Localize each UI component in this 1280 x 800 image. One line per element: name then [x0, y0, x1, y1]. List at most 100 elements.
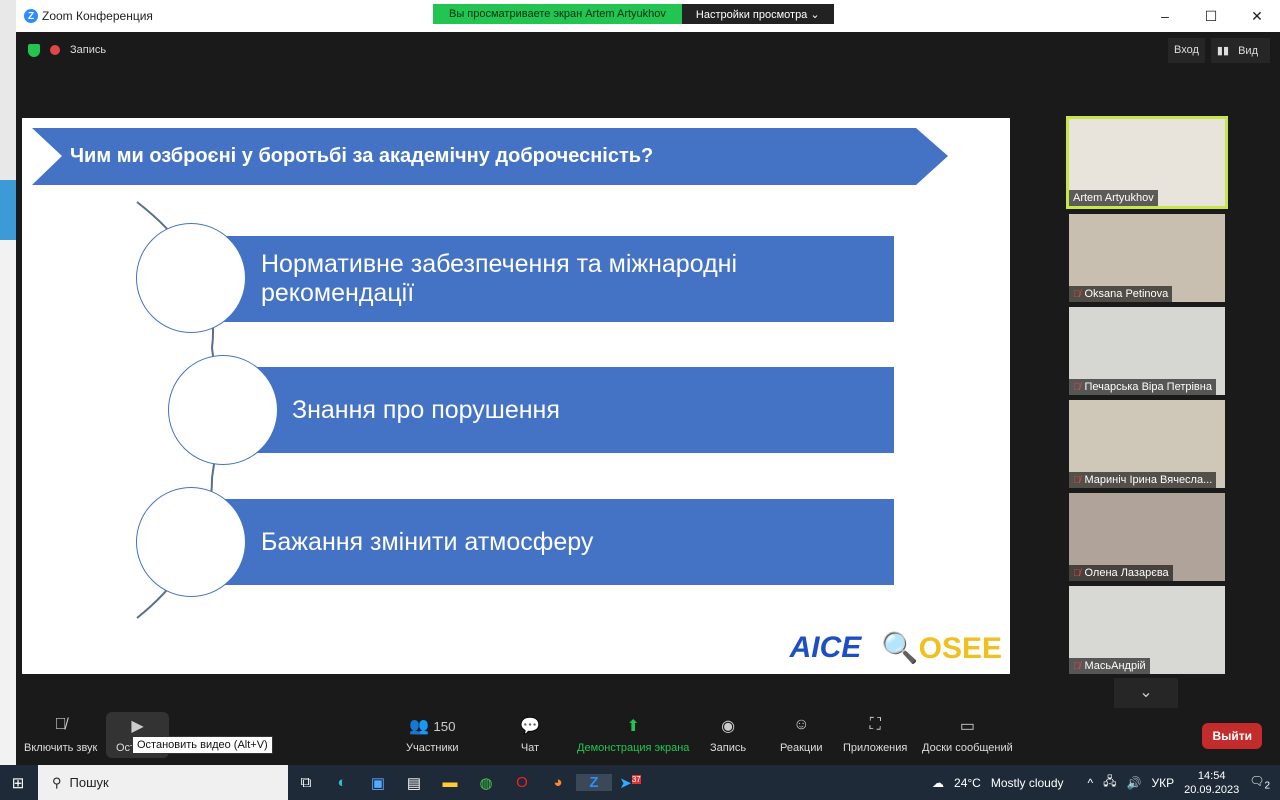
show-hidden-icons[interactable]: ^: [1088, 776, 1094, 790]
app-icon[interactable]: ▤: [396, 774, 432, 792]
time: 14:54: [1197, 769, 1226, 782]
osee-logo-text: OSEE: [918, 632, 1002, 665]
share-screen-button[interactable]: ⬆ Демонстрация экрана: [577, 716, 689, 754]
mic-muted-icon: 🎙̸: [1073, 474, 1081, 486]
participants-icon: 👥 150: [408, 718, 456, 735]
slide-item-1: Нормативне забезпечення та міжнародні ре…: [212, 236, 894, 322]
weather-icon[interactable]: ☁: [932, 776, 944, 790]
minimize-button[interactable]: –: [1142, 0, 1188, 32]
record-label: Запись: [710, 742, 747, 754]
unmute-button[interactable]: 🎙̸ Включить звук: [24, 716, 97, 754]
windows-start-icon[interactable]: ⊞: [0, 774, 36, 792]
telegram-badge: 37: [631, 774, 641, 784]
volume-icon[interactable]: 🔊: [1127, 776, 1142, 790]
record-button[interactable]: ◉ Запись: [710, 716, 746, 754]
notifications-icon[interactable]: 🗨2: [1249, 774, 1270, 791]
leave-button[interactable]: Выйти: [1202, 723, 1262, 749]
background-window: [0, 0, 16, 765]
language-indicator[interactable]: УКР: [1152, 776, 1175, 790]
chat-icon: 💬: [520, 718, 540, 735]
circle-marker: [136, 223, 246, 333]
mic-muted-icon: 🎙̸: [54, 716, 67, 733]
video-tile[interactable]: 🎙̸ МасьАндрій: [1069, 586, 1225, 674]
task-view-icon[interactable]: ⧉: [288, 774, 324, 791]
telegram-icon[interactable]: ➤37: [612, 774, 648, 792]
apps-button[interactable]: ⛶ Приложения: [843, 716, 907, 754]
participant-gallery: Artem Artyukhov 🎙̸ Oksana Petinova 🎙̸ Печа…: [1066, 116, 1228, 679]
apps-icon: ⛶: [869, 716, 881, 733]
zoom-logo-icon: Z: [24, 9, 38, 23]
mic-muted-icon: 🎙̸: [1073, 660, 1081, 672]
shield-icon[interactable]: [28, 43, 40, 57]
windows-taskbar: ⊞ ⚲ Пошук ⧉ ◐ ▣ ▤ ▬ ◍ O ◕ Z ➤37 ☁ 24°C Mo…: [0, 765, 1280, 800]
taskbar-search[interactable]: ⚲ Пошук: [38, 765, 288, 800]
unmute-label: Включить звук: [24, 742, 98, 754]
firefox-icon[interactable]: ◕: [540, 774, 576, 791]
file-explorer-icon[interactable]: ▬: [432, 774, 468, 791]
view-button[interactable]: ▮▮ Вид: [1210, 38, 1270, 63]
video-camera-icon: ▶: [131, 718, 144, 735]
reactions-label: Реакции: [780, 742, 823, 754]
circle-marker: [136, 487, 246, 597]
chat-label: Чат: [520, 742, 540, 754]
edge-icon[interactable]: ◐: [324, 774, 360, 791]
apps-label: Приложения: [843, 742, 908, 754]
mic-muted-icon: 🎙̸: [1073, 288, 1081, 300]
whiteboard-icon: ▭: [959, 718, 975, 735]
search-icon: ⚲: [52, 774, 62, 790]
reactions-icon: ☺: [793, 716, 810, 733]
participants-count: 150: [433, 719, 456, 734]
window-title: Zoom Конференция: [42, 9, 153, 23]
aice-logo: AICE: [789, 631, 862, 664]
network-icon[interactable]: 🖧: [1103, 772, 1116, 793]
shared-slide: Чим ми озброєні у боротьбі за академічну…: [22, 118, 1010, 674]
clock[interactable]: 14:54 20.09.2023: [1184, 769, 1239, 797]
recording-label: Запись: [70, 44, 107, 56]
whiteboards-button[interactable]: ▭ Доски сообщений: [922, 716, 1013, 754]
maximize-button[interactable]: ☐: [1188, 0, 1234, 32]
weather-desc[interactable]: Mostly cloudy: [991, 776, 1064, 790]
search-label: Пошук: [69, 775, 109, 790]
video-tile[interactable]: 🎙̸ Печарська Віра Петрівна: [1069, 307, 1225, 395]
mic-muted-icon: 🎙̸: [1073, 381, 1081, 393]
gallery-scroll-down-button[interactable]: ⌄: [1114, 678, 1178, 708]
participant-name: Мариніч Ірина Вячесла...: [1084, 474, 1213, 486]
date: 20.09.2023: [1184, 783, 1240, 796]
enter-button[interactable]: Вход: [1168, 38, 1205, 63]
record-icon: [50, 45, 60, 55]
participant-name: МасьАндрій: [1084, 660, 1146, 672]
reactions-button[interactable]: ☺ Реакции: [780, 716, 823, 754]
slide-item-3: Бажання змінити атмосферу: [212, 499, 894, 585]
slide-item-2: Знання про порушення: [244, 367, 894, 453]
mic-muted-icon: 🎙̸: [1073, 567, 1081, 579]
osee-logo: 🔍OSEE: [881, 632, 1002, 665]
chrome-icon[interactable]: ◍: [468, 774, 504, 792]
video-tile[interactable]: 🎙̸ Мариніч Ірина Вячесла...: [1069, 400, 1225, 488]
participant-name: Oksana Petinova: [1084, 288, 1169, 300]
notification-count: 2: [1264, 780, 1270, 792]
app-icon[interactable]: ▣: [360, 774, 396, 792]
participant-name: Олена Лазарєва: [1084, 567, 1169, 579]
stop-video-tooltip: Остановить видео (Alt+V): [132, 736, 273, 754]
participant-name: Artem Artyukhov: [1073, 192, 1154, 204]
view-options-label: Настройки просмотра: [695, 9, 808, 21]
chevron-down-icon: ⌄: [810, 9, 820, 21]
whiteboards-label: Доски сообщений: [922, 742, 1013, 754]
view-options-button[interactable]: Настройки просмотра ⌄: [681, 4, 834, 24]
viewing-label: Вы просматриваете экран Artem Artyukhov: [433, 4, 682, 24]
video-tile[interactable]: 🎙̸ Oksana Petinova: [1069, 214, 1225, 302]
view-label: Вид: [1232, 39, 1264, 63]
participant-name: Печарська Віра Петрівна: [1084, 381, 1212, 393]
chat-button[interactable]: 💬 Чат: [520, 716, 540, 754]
share-screen-icon: ⬆: [626, 718, 640, 735]
screen-share-banner: Вы просматриваете экран Artem Artyukhov …: [433, 4, 834, 24]
circle-marker: [168, 355, 278, 465]
participants-button[interactable]: 👥 150 Участники: [406, 716, 459, 754]
video-tile[interactable]: 🎙̸ Олена Лазарєва: [1069, 493, 1225, 581]
opera-icon[interactable]: O: [504, 774, 540, 791]
video-tile[interactable]: Artem Artyukhov: [1066, 116, 1228, 209]
close-button[interactable]: ✕: [1234, 0, 1280, 32]
weather-temp[interactable]: 24°C: [954, 776, 981, 790]
zoom-taskbar-icon[interactable]: Z: [576, 774, 612, 791]
zoom-window: Z Zoom Конференция – ☐ ✕ Вы просматривае…: [16, 0, 1280, 765]
